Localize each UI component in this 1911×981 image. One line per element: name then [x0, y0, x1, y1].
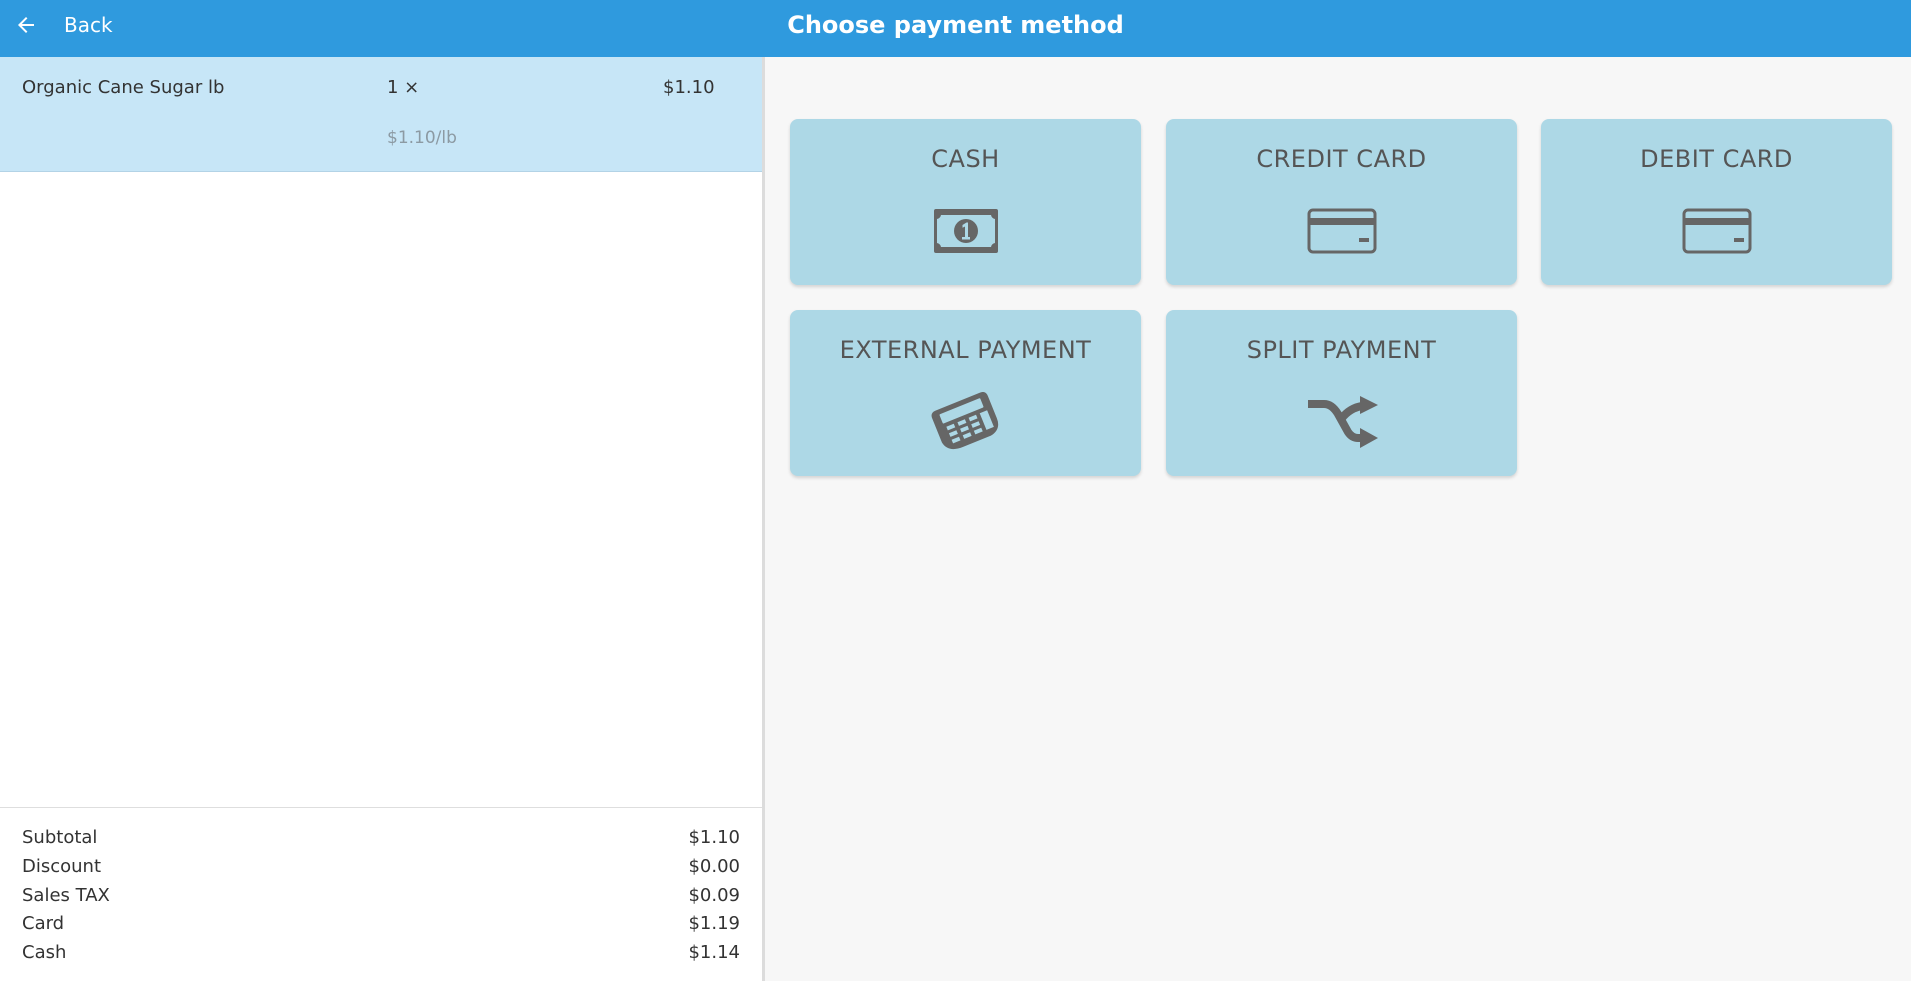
- split-arrows-icon: [1307, 396, 1378, 448]
- discount-row: Discount $0.00: [22, 856, 740, 882]
- discount-value: $0.00: [688, 856, 740, 877]
- line-price: $1.10: [663, 77, 715, 98]
- discount-label: Discount: [22, 856, 102, 877]
- tax-value: $0.09: [688, 885, 740, 906]
- payment-method-debit-card[interactable]: DEBIT CARD: [1541, 119, 1892, 285]
- credit-card-icon: [1307, 208, 1376, 254]
- cash-bill-icon: [933, 209, 998, 253]
- payment-method-label: CREDIT CARD: [1256, 145, 1427, 173]
- line-quantity: 1 ×: [387, 77, 420, 98]
- tax-row: Sales TAX $0.09: [22, 885, 740, 911]
- payment-method-split[interactable]: SPLIT PAYMENT: [1166, 310, 1517, 476]
- page-title: Choose payment method: [787, 11, 1124, 39]
- payment-method-cash[interactable]: CASH: [790, 119, 1141, 285]
- line-unit-price: $1.10/lb: [387, 128, 457, 148]
- cash-label: Cash: [22, 942, 67, 963]
- card-label: Card: [22, 913, 65, 934]
- payment-method-label: SPLIT PAYMENT: [1246, 336, 1437, 364]
- order-panel: Organic Cane Sugar lb 1 × $1.10 $1.10/lb…: [0, 57, 765, 981]
- cash-value: $1.14: [688, 942, 740, 963]
- top-app-bar: Back Choose payment method: [0, 0, 1911, 57]
- payment-method-label: CASH: [931, 145, 1000, 173]
- card-terminal-icon: [931, 392, 998, 450]
- payment-method-credit-card[interactable]: CREDIT CARD: [1166, 119, 1517, 285]
- order-line-item[interactable]: Organic Cane Sugar lb 1 × $1.10 $1.10/lb: [0, 57, 762, 172]
- line-product-name: Organic Cane Sugar lb: [22, 77, 225, 98]
- payment-method-label: EXTERNAL PAYMENT: [839, 336, 1092, 364]
- payment-method-label: DEBIT CARD: [1640, 145, 1793, 173]
- order-totals: Subtotal $1.10 Discount $0.00 Sales TAX …: [0, 807, 762, 981]
- subtotal-value: $1.10: [688, 827, 740, 848]
- payment-method-external[interactable]: EXTERNAL PAYMENT: [790, 310, 1141, 476]
- cash-row: Cash $1.14: [22, 942, 740, 968]
- subtotal-label: Subtotal: [22, 827, 98, 848]
- credit-card-icon: [1682, 208, 1751, 254]
- tax-label: Sales TAX: [22, 885, 110, 906]
- card-value: $1.19: [688, 913, 740, 934]
- card-row: Card $1.19: [22, 913, 740, 939]
- subtotal-row: Subtotal $1.10: [22, 827, 740, 853]
